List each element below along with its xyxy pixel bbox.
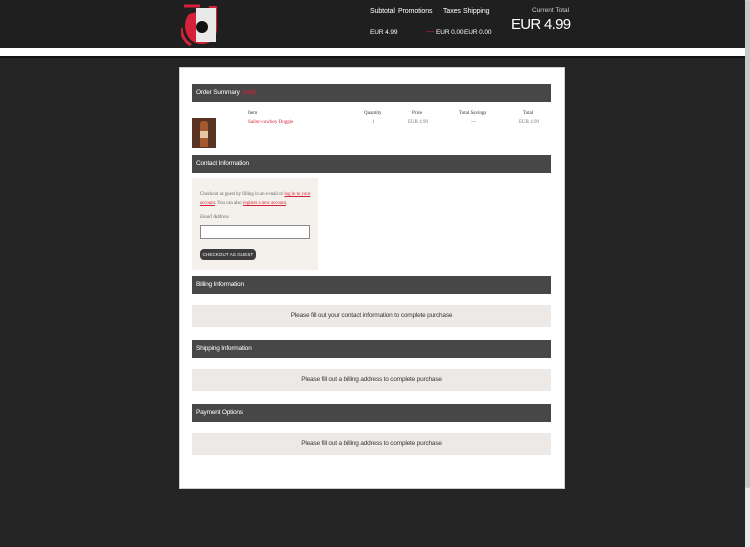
- contact-form: Checkout as guest by filling in an e-mai…: [192, 178, 318, 270]
- current-total-label: Current Total: [532, 7, 570, 14]
- taxes-value: EUR 0.00: [436, 29, 464, 36]
- scrollbar-thumb[interactable]: [745, 0, 750, 488]
- col-quantity-header: Quantity: [364, 111, 382, 116]
- store-logo-icon[interactable]: [181, 0, 219, 46]
- shipping-information-title: Shipping Information: [196, 345, 252, 352]
- taxes-label: Taxes: [443, 8, 461, 15]
- subtotal-value: EUR 4.99: [370, 29, 398, 36]
- payment-options-bar: Payment Options: [192, 404, 551, 422]
- checkout-as-guest-button[interactable]: CHECKOUT AS GUEST: [200, 249, 256, 260]
- shipping-label: Shipping: [463, 8, 490, 15]
- shipping-value: EUR 0.00: [464, 29, 492, 36]
- product-total: EUR 4.99: [519, 120, 539, 125]
- shipping-message: Please fill out a billing address to com…: [192, 369, 551, 391]
- contact-information-bar: Contact Information: [192, 155, 551, 173]
- order-summary-edit-link[interactable]: (edit): [243, 89, 257, 96]
- product-savings: ---: [471, 120, 476, 125]
- billing-information-title: Billing Information: [196, 281, 244, 288]
- top-header: Subtotal Promotions Taxes Shipping EUR 4…: [0, 0, 745, 48]
- shipping-information-bar: Shipping Information: [192, 340, 551, 358]
- subtotal-label: Subtotal: [370, 8, 395, 15]
- product-item-link[interactable]: Sailor-cowboy Doggie: [248, 120, 293, 125]
- payment-options-title: Payment Options: [196, 409, 243, 416]
- col-savings-header: Total Savings: [459, 111, 487, 116]
- checkout-card: Order Summary (edit) Item Quantity Price …: [180, 68, 564, 488]
- header-divider-line: [0, 56, 745, 58]
- register-link[interactable]: register a new account: [243, 201, 286, 206]
- promotions-value: —: [426, 27, 434, 36]
- promotions-label: Promotions: [398, 8, 433, 15]
- order-summary-title: Order Summary: [196, 89, 240, 96]
- guest-checkout-instructions: Checkout as guest by filling in an e-mai…: [200, 192, 311, 206]
- product-thumbnail[interactable]: [192, 118, 216, 148]
- billing-message: Please fill out your contact information…: [192, 305, 551, 327]
- col-item-header: Item: [248, 111, 258, 116]
- payment-message: Please fill out a billing address to com…: [192, 433, 551, 455]
- email-address-label: Email Address: [200, 215, 230, 220]
- order-summary-bar: Order Summary (edit): [192, 84, 551, 102]
- col-total-header: Total: [523, 111, 534, 116]
- header-divider: [0, 48, 745, 56]
- contact-information-title: Contact Information: [196, 160, 249, 167]
- product-quantity: 1: [372, 120, 375, 125]
- col-price-header: Price: [412, 111, 423, 116]
- billing-information-bar: Billing Information: [192, 276, 551, 294]
- product-price: EUR 4.99: [408, 120, 428, 125]
- current-total-value: EUR 4.99: [511, 16, 571, 33]
- email-address-input[interactable]: [200, 225, 310, 239]
